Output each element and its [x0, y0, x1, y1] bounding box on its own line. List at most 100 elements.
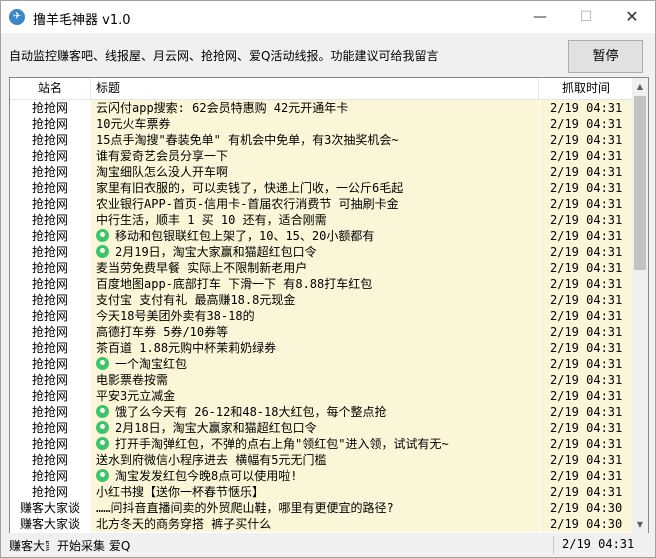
- pause-button[interactable]: 暂停: [568, 40, 643, 73]
- row-site: 抢抢网: [10, 132, 90, 148]
- list-row[interactable]: 抢抢网 淘宝发发红包今晚8点可以使用啦! 2/19 04:31: [10, 468, 632, 484]
- row-title-text: 小红书搜【送你一杯春节惬乐】: [96, 485, 265, 499]
- row-title-text: 淘宝发发红包今晚8点可以使用啦!: [115, 469, 298, 483]
- list-row[interactable]: 抢抢网 百度地图app-底部打车 下滑一下 有8.88打车红包 2/19 04:31: [10, 276, 632, 292]
- row-title-text: 家里有旧衣服的，可以卖钱了，快递上门收，一公斤6毛起: [96, 181, 404, 195]
- list-row[interactable]: 抢抢网 中行生活，顺丰 1 买 10 还有，适合刚需 2/19 04:31: [10, 212, 632, 228]
- scroll-down-arrow-icon[interactable]: ▼: [632, 516, 648, 533]
- row-title-text: 饿了么今天有 26-12和48-18大红包，每个整点抢: [115, 405, 387, 419]
- row-site: 抢抢网: [10, 356, 90, 372]
- list-row[interactable]: 抢抢网 云闪付app搜索: 62会员特惠购 42元开通年卡 2/19 04:31: [10, 100, 632, 116]
- row-time: 2/19 04:31: [540, 244, 632, 260]
- list-row[interactable]: 抢抢网 一个淘宝红包 2/19 04:31: [10, 356, 632, 372]
- row-title: 打开手淘弹红包，不弹的点右上角"领红包"进入领，试试有无~: [91, 436, 539, 452]
- list-row[interactable]: 抢抢网 谁有爱奇艺会员分享一下 2/19 04:31: [10, 148, 632, 164]
- app-logo-icon: ✈: [9, 9, 25, 25]
- list-row[interactable]: 抢抢网 移动和包银联红包上架了，10、15、20小额都有 2/19 04:31: [10, 228, 632, 244]
- location-pin-icon: [96, 357, 109, 370]
- row-title: 淘宝细队怎么没人开车啊: [91, 164, 539, 180]
- column-header-title[interactable]: 标题: [91, 78, 539, 99]
- row-title: 今天18号美团外卖有38-18的: [91, 308, 539, 324]
- row-title-text: 支付宝 支付有礼 最高赚18.8元现金: [96, 293, 296, 307]
- row-title-text: 电影票卷按需: [96, 373, 169, 387]
- row-title-text: 北方冬天的商务穿搭 裤子买什么: [96, 517, 272, 531]
- row-site: 抢抢网: [10, 404, 90, 420]
- column-header-time[interactable]: 抓取时间: [540, 78, 632, 99]
- title-bar[interactable]: ✈ 撸羊毛神器 v1.0 — ☐ ✕: [1, 1, 655, 33]
- list-row[interactable]: 抢抢网 茶百道 1.88元购中杯茉莉奶绿券 2/19 04:31: [10, 340, 632, 356]
- list-row[interactable]: 抢抢网 家里有旧衣服的，可以卖钱了，快递上门收，一公斤6毛起 2/19 04:31: [10, 180, 632, 196]
- row-site: 抢抢网: [10, 468, 90, 484]
- row-title: 电影票卷按需: [91, 372, 539, 388]
- row-title: 云闪付app搜索: 62会员特惠购 42元开通年卡: [91, 100, 539, 116]
- row-title-text: 麦当劳免费早餐 实际上不限制新老用户: [96, 261, 308, 275]
- scrollbar-thumb[interactable]: [634, 96, 646, 270]
- row-site: 赚客大家谈: [10, 500, 90, 516]
- row-time: 2/19 04:31: [540, 340, 632, 356]
- row-site: 赚客大家谈: [10, 516, 90, 532]
- row-time: 2/19 04:31: [540, 132, 632, 148]
- row-time: 2/19 04:31: [540, 388, 632, 404]
- row-title-text: ……问抖音直播间卖的外贸爬山鞋，哪里有更便宜的路径?: [96, 501, 394, 515]
- row-title: 淘宝发发红包今晚8点可以使用啦!: [91, 468, 539, 484]
- list-row[interactable]: 抢抢网 支付宝 支付有礼 最高赚18.8元现金 2/19 04:31: [10, 292, 632, 308]
- status-divider: [553, 536, 554, 554]
- row-site: 抢抢网: [10, 292, 90, 308]
- row-site: 抢抢网: [10, 148, 90, 164]
- list-row[interactable]: 抢抢网 平安3元立减金 2/19 04:31: [10, 388, 632, 404]
- row-title: 饿了么今天有 26-12和48-18大红包，每个整点抢: [91, 404, 539, 420]
- status-bar: 赚客大家谈 开始采集 爱Q 2/19 04:31: [1, 533, 655, 557]
- feed-list[interactable]: 站名 标题 抓取时间 抢抢网 云闪付app搜索: 62会员特惠购 42元开通年卡 2…: [9, 77, 649, 534]
- row-site: 抢抢网: [10, 372, 90, 388]
- row-title-text: 中行生活，顺丰 1 买 10 还有，适合刚需: [96, 213, 327, 227]
- maximize-button[interactable]: ☐: [563, 1, 609, 33]
- list-row[interactable]: 抢抢网 10元火车票券 2/19 04:31: [10, 116, 632, 132]
- row-site: 抢抢网: [10, 244, 90, 260]
- row-time: 2/19 04:31: [540, 148, 632, 164]
- row-site: 抢抢网: [10, 276, 90, 292]
- list-row[interactable]: 抢抢网 送水到府微信小程序进去 横幅有5元无门槛 2/19 04:31: [10, 452, 632, 468]
- list-row[interactable]: 抢抢网 高德打车券 5券/10券等 2/19 04:31: [10, 324, 632, 340]
- close-button[interactable]: ✕: [609, 1, 655, 33]
- row-title: 高德打车券 5券/10券等: [91, 324, 539, 340]
- list-row[interactable]: 抢抢网 电影票卷按需 2/19 04:31: [10, 372, 632, 388]
- list-row[interactable]: 抢抢网 小红书搜【送你一杯春节惬乐】 2/19 04:31: [10, 484, 632, 500]
- location-pin-icon: [96, 245, 109, 258]
- vertical-scrollbar[interactable]: ▲ ▼: [632, 78, 648, 533]
- row-site: 抢抢网: [10, 164, 90, 180]
- list-row[interactable]: 抢抢网 饿了么今天有 26-12和48-18大红包，每个整点抢 2/19 04:31: [10, 404, 632, 420]
- row-title-text: 10元火车票券: [96, 117, 171, 131]
- row-title-text: 2月18日，淘宝大赢家和猫超红包口令: [115, 421, 317, 435]
- list-row[interactable]: 抢抢网 今天18号美团外卖有38-18的 2/19 04:31: [10, 308, 632, 324]
- list-row[interactable]: 赚客大家谈 北方冬天的商务穿搭 裤子买什么 2/19 04:30: [10, 516, 632, 532]
- row-site: 抢抢网: [10, 452, 90, 468]
- minimize-button[interactable]: —: [517, 1, 563, 33]
- row-title: 中行生活，顺丰 1 买 10 还有，适合刚需: [91, 212, 539, 228]
- row-time: 2/19 04:31: [540, 420, 632, 436]
- row-title: 谁有爱奇艺会员分享一下: [91, 148, 539, 164]
- column-header-site[interactable]: 站名: [10, 78, 91, 99]
- list-row[interactable]: 抢抢网 麦当劳免费早餐 实际上不限制新老用户 2/19 04:31: [10, 260, 632, 276]
- list-row[interactable]: 赚客大家谈 ……问抖音直播间卖的外贸爬山鞋，哪里有更便宜的路径? 2/19 04:3…: [10, 500, 632, 516]
- row-time: 2/19 04:31: [540, 180, 632, 196]
- row-time: 2/19 04:30: [540, 500, 632, 516]
- row-title-text: 高德打车券 5券/10券等: [96, 325, 229, 339]
- row-title: 2月18日，淘宝大赢家和猫超红包口令: [91, 420, 539, 436]
- list-header: 站名 标题 抓取时间: [10, 78, 632, 100]
- list-row[interactable]: 抢抢网 2月19日，淘宝大家赢和猫超红包口令 2/19 04:31: [10, 244, 632, 260]
- row-title-text: 打开手淘弹红包，不弹的点右上角"领红包"进入领，试试有无~: [115, 437, 449, 451]
- list-row[interactable]: 抢抢网 淘宝细队怎么没人开车啊 2/19 04:31: [10, 164, 632, 180]
- row-title: 农业银行APP-首页-信用卡-首届农行消费节 可抽刷卡金: [91, 196, 539, 212]
- list-row[interactable]: 抢抢网 2月18日，淘宝大赢家和猫超红包口令 2/19 04:31: [10, 420, 632, 436]
- list-row[interactable]: 抢抢网 打开手淘弹红包，不弹的点右上角"领红包"进入领，试试有无~ 2/19 04:…: [10, 436, 632, 452]
- row-title-text: 移动和包银联红包上架了，10、15、20小额都有: [115, 229, 375, 243]
- scroll-up-arrow-icon[interactable]: ▲: [632, 78, 648, 95]
- row-title-text: 茶百道 1.88元购中杯茉莉奶绿券: [96, 341, 277, 355]
- row-title: 支付宝 支付有礼 最高赚18.8元现金: [91, 292, 539, 308]
- status-site: 赚客大家谈: [9, 539, 49, 553]
- row-site: 抢抢网: [10, 436, 90, 452]
- row-time: 2/19 04:31: [540, 164, 632, 180]
- row-site: 抢抢网: [10, 260, 90, 276]
- list-row[interactable]: 抢抢网 农业银行APP-首页-信用卡-首届农行消费节 可抽刷卡金 2/19 04:3…: [10, 196, 632, 212]
- list-row[interactable]: 抢抢网 15点手淘搜"春装免单" 有机会中免单，有3次抽奖机会~ 2/19 04:3…: [10, 132, 632, 148]
